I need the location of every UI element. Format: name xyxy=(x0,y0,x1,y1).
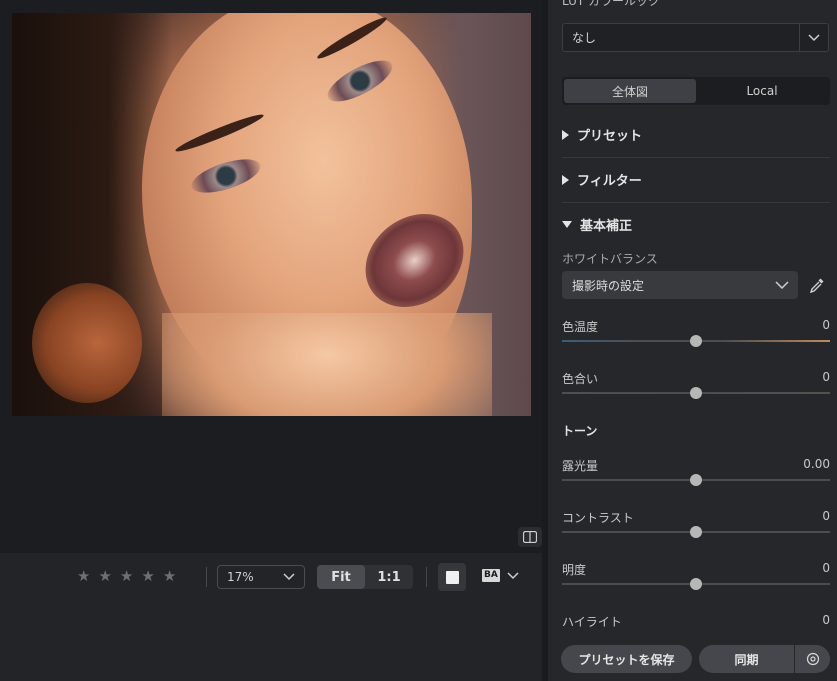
caret-right-icon xyxy=(562,174,569,185)
star-2-icon[interactable]: ★ xyxy=(98,567,111,585)
contrast-label: コントラスト xyxy=(562,511,634,525)
lut-value: なし xyxy=(572,31,597,45)
white-balance-value: 撮影時の設定 xyxy=(572,278,645,293)
split-view-icon xyxy=(523,531,537,543)
slider-exposure: 露光量 0.00 xyxy=(562,457,830,497)
zoom-value: 17% xyxy=(227,570,254,584)
photo-ear xyxy=(32,283,142,403)
tone-section-title: トーン xyxy=(562,424,598,438)
highlights-label: ハイライト xyxy=(562,615,622,629)
zoom-select[interactable]: 17% xyxy=(217,565,305,589)
white-balance-select[interactable]: 撮影時の設定 xyxy=(562,271,798,299)
tab-global[interactable]: 全体図 xyxy=(564,79,696,103)
before-after-icon: BA xyxy=(482,569,500,582)
brightness-label: 明度 xyxy=(562,563,587,577)
section-basic[interactable]: 基本補正 xyxy=(562,202,830,247)
tint-value[interactable]: 0 xyxy=(822,370,830,384)
temperature-value[interactable]: 0 xyxy=(822,318,830,332)
white-balance-label: ホワイトバランス xyxy=(562,252,658,266)
lut-dropdown[interactable]: なし xyxy=(562,23,829,52)
slider-tint: 色合い 0 xyxy=(562,370,830,410)
exposure-knob[interactable] xyxy=(690,474,702,486)
temperature-label: 色温度 xyxy=(562,320,599,334)
contrast-value[interactable]: 0 xyxy=(822,509,830,523)
section-basic-label: 基本補正 xyxy=(580,219,633,234)
caret-right-icon xyxy=(562,129,569,140)
tint-label: 色合い xyxy=(562,372,599,386)
tint-knob[interactable] xyxy=(690,387,702,399)
chevron-down-icon xyxy=(507,571,519,579)
toolbar-divider xyxy=(426,567,427,587)
chevron-down-icon xyxy=(283,573,295,581)
slider-contrast: コントラスト 0 xyxy=(562,509,830,549)
chevron-down-icon xyxy=(775,281,789,290)
section-preset-label: プリセット xyxy=(577,129,643,144)
contrast-knob[interactable] xyxy=(690,526,702,538)
portrait-photo xyxy=(12,13,531,416)
star-3-icon[interactable]: ★ xyxy=(120,567,133,585)
star-1-icon[interactable]: ★ xyxy=(77,567,90,585)
section-filter[interactable]: フィルター xyxy=(562,157,830,202)
highlights-value[interactable]: 0 xyxy=(822,613,830,627)
chevron-down-icon xyxy=(808,34,820,42)
rating-stars: ★ ★ ★ ★ ★ xyxy=(77,567,176,585)
tab-local[interactable]: Local xyxy=(696,79,828,103)
section-preset[interactable]: プリセット xyxy=(562,112,830,157)
brightness-value[interactable]: 0 xyxy=(822,561,830,575)
slider-brightness: 明度 0 xyxy=(562,561,830,601)
toolbar-divider xyxy=(206,567,207,587)
dropdown-divider xyxy=(799,24,800,51)
section-filter-label: フィルター xyxy=(577,174,642,189)
split-view-button[interactable] xyxy=(518,527,542,547)
one-to-one-button[interactable]: 1:1 xyxy=(365,565,413,589)
white-square-icon xyxy=(445,570,459,584)
star-4-icon[interactable]: ★ xyxy=(141,567,154,585)
before-after-button[interactable]: BA xyxy=(482,569,520,582)
image-canvas[interactable] xyxy=(0,0,542,553)
background-color-button[interactable] xyxy=(438,563,466,591)
brightness-knob[interactable] xyxy=(690,578,702,590)
slider-temperature: 色温度 0 xyxy=(562,318,830,358)
eyedropper-icon[interactable] xyxy=(808,276,826,294)
adjustment-panel: LUT カラールック なし 全体図 Local プリセット フィルター 基本補正… xyxy=(548,0,837,681)
star-5-icon[interactable]: ★ xyxy=(163,567,176,585)
exposure-label: 露光量 xyxy=(562,459,599,473)
scope-tabs: 全体図 Local xyxy=(562,77,830,105)
sync-button[interactable]: 同期 xyxy=(699,645,794,673)
fit-button[interactable]: Fit xyxy=(317,565,365,589)
panel-footer: プリセットを保存 同期 xyxy=(548,639,837,681)
gear-icon xyxy=(806,652,819,666)
zoom-mode-toggle: Fit 1:1 xyxy=(317,565,413,589)
temperature-knob[interactable] xyxy=(690,335,702,347)
sync-settings-button[interactable] xyxy=(795,645,830,673)
exposure-value[interactable]: 0.00 xyxy=(803,457,830,471)
save-preset-button[interactable]: プリセットを保存 xyxy=(561,645,692,673)
photo-neck xyxy=(162,313,492,416)
caret-down-icon xyxy=(562,221,572,228)
bottom-toolbar: ★ ★ ★ ★ ★ 17% Fit 1:1 BA xyxy=(0,553,542,681)
lut-label: LUT カラールック xyxy=(562,0,661,8)
